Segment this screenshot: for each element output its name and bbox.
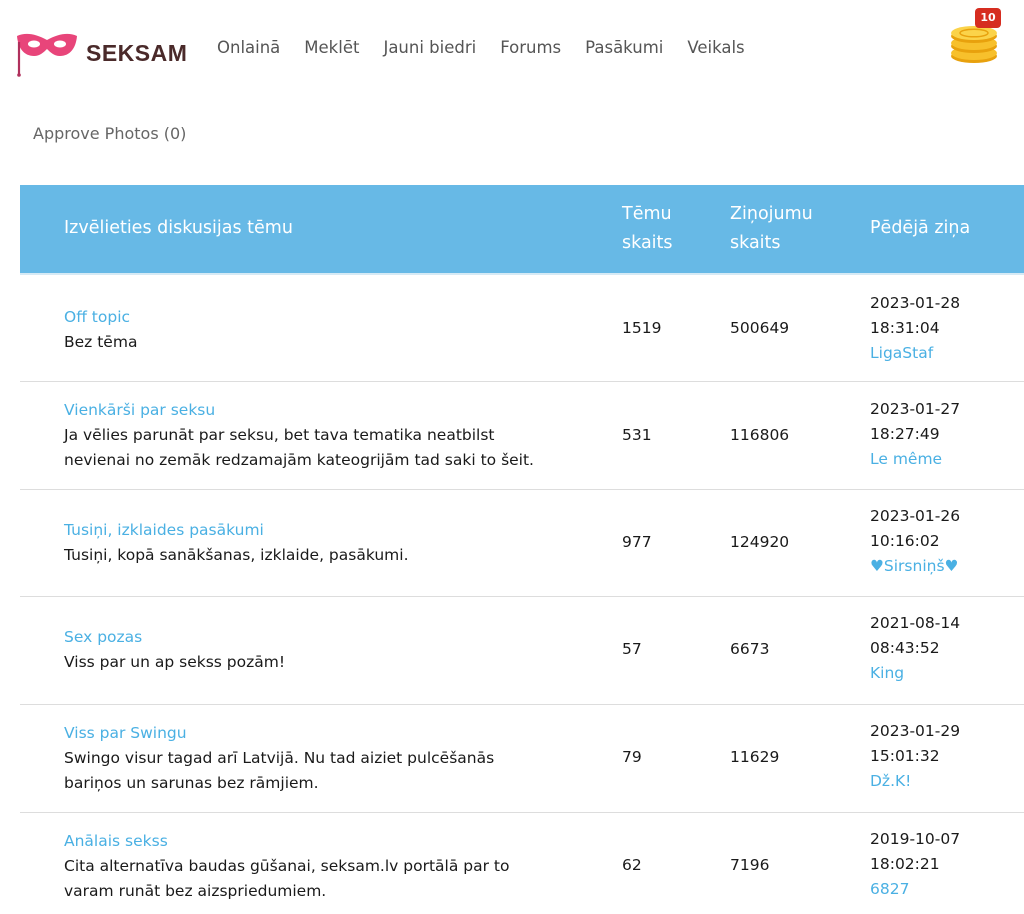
row-last-user-link[interactable]: LigaStaf bbox=[870, 341, 960, 366]
row-last-user-link[interactable]: Le même bbox=[870, 447, 960, 472]
nav-events[interactable]: Pasākumi bbox=[585, 38, 663, 57]
brand-name: SEKSAM bbox=[86, 39, 188, 66]
row-posts-count: 6673 bbox=[730, 640, 770, 658]
header-topics-count: Tēmu skaits bbox=[622, 200, 712, 258]
nav-new-members[interactable]: Jauni biedri bbox=[383, 38, 476, 57]
row-topic: Viss par Swingu Swingo visur tagad arī L… bbox=[64, 721, 494, 796]
row-topic: Sex pozas Viss par un ap sekss pozām! bbox=[64, 625, 285, 675]
header-topics-line2: skaits bbox=[622, 233, 673, 253]
row-last-date: 2023-01-27 bbox=[870, 400, 961, 418]
row-description: Cita alternatīva baudas gūšanai, seksam.… bbox=[64, 857, 510, 875]
row-last-post: 2023-01-26 10:16:02 ♥Sirsniņš♥ bbox=[870, 504, 960, 579]
row-posts-count: 11629 bbox=[730, 748, 780, 766]
row-topics-count: 977 bbox=[622, 533, 652, 551]
row-topics-count: 57 bbox=[622, 640, 642, 658]
row-last-time: 10:16:02 bbox=[870, 532, 940, 550]
row-topic: Vienkārši par seksu Ja vēlies parunāt pa… bbox=[64, 398, 534, 473]
nav-shop[interactable]: Veikals bbox=[687, 38, 744, 57]
site-logo[interactable]: SEKSAM bbox=[14, 28, 187, 78]
approve-photos-link[interactable]: Approve Photos (0) bbox=[33, 124, 186, 143]
row-posts-count: 124920 bbox=[730, 533, 790, 551]
header-topics-line1: Tēmu bbox=[622, 204, 672, 224]
row-last-date: 2021-08-14 bbox=[870, 614, 961, 632]
main-nav: Onlainā Meklēt Jauni biedri Forums Pasāk… bbox=[217, 38, 769, 57]
row-last-user-link[interactable]: ♥Sirsniņš♥ bbox=[870, 554, 960, 579]
row-last-date: 2023-01-29 bbox=[870, 722, 961, 740]
row-description: Tusiņi, kopā sanākšanas, izklaide, pasāk… bbox=[64, 546, 409, 564]
row-description: Swingo visur tagad arī Latvijā. Nu tad a… bbox=[64, 749, 495, 767]
row-last-user-link[interactable]: 6827 bbox=[870, 877, 960, 902]
header-last-post: Pēdējā ziņa bbox=[870, 218, 971, 238]
row-description: Viss par un ap sekss pozām! bbox=[64, 653, 286, 671]
row-last-date: 2019-10-07 bbox=[870, 830, 961, 848]
row-last-post: 2021-08-14 08:43:52 King bbox=[870, 611, 960, 686]
table-row: Tusiņi, izklaides pasākumi Tusiņi, kopā … bbox=[20, 490, 1024, 597]
header-posts-line1: Ziņojumu bbox=[730, 204, 813, 224]
row-topic: Off topic Bez tēma bbox=[64, 305, 137, 355]
nav-search[interactable]: Meklēt bbox=[304, 38, 359, 57]
row-last-user-link[interactable]: King bbox=[870, 661, 960, 686]
row-last-time: 15:01:32 bbox=[870, 747, 940, 765]
row-title-link[interactable]: Tusiņi, izklaides pasākumi bbox=[64, 518, 409, 543]
row-title-link[interactable]: Viss par Swingu bbox=[64, 721, 494, 746]
row-title-link[interactable]: Sex pozas bbox=[64, 625, 285, 650]
nav-online[interactable]: Onlainā bbox=[217, 38, 280, 57]
row-title-link[interactable]: Off topic bbox=[64, 305, 137, 330]
row-last-time: 08:43:52 bbox=[870, 639, 940, 657]
row-last-post: 2023-01-29 15:01:32 Dž.K! bbox=[870, 719, 960, 794]
row-last-post: 2023-01-28 18:31:04 LigaStaf bbox=[870, 291, 960, 366]
nav-forums[interactable]: Forums bbox=[500, 38, 561, 57]
row-last-date: 2023-01-26 bbox=[870, 507, 961, 525]
row-last-user-link[interactable]: Dž.K! bbox=[870, 769, 960, 794]
row-description-line2: varam runāt bez aizspriedumiem. bbox=[64, 882, 327, 900]
header-posts-count: Ziņojumu skaits bbox=[730, 200, 840, 258]
coins-count-badge: 10 bbox=[975, 8, 1001, 28]
table-row: Sex pozas Viss par un ap sekss pozām! 57… bbox=[20, 597, 1024, 705]
row-topics-count: 79 bbox=[622, 748, 642, 766]
forum-table: Izvēlieties diskusijas tēmu Tēmu skaits … bbox=[20, 185, 1024, 913]
row-last-time: 18:27:49 bbox=[870, 425, 940, 443]
row-last-time: 18:02:21 bbox=[870, 855, 940, 873]
row-description-line2: nevienai no zemāk redzamajām kateogrijām… bbox=[64, 451, 534, 469]
row-posts-count: 7196 bbox=[730, 856, 770, 874]
coins-button[interactable]: 10 bbox=[946, 8, 1002, 66]
mask-icon bbox=[17, 33, 77, 77]
row-last-time: 18:31:04 bbox=[870, 319, 940, 337]
row-description: Ja vēlies parunāt par seksu, bet tava te… bbox=[64, 426, 495, 444]
table-row: Vienkārši par seksu Ja vēlies parunāt pa… bbox=[20, 382, 1024, 490]
site-header: SEKSAM Onlainā Meklēt Jauni biedri Forum… bbox=[0, 0, 1024, 100]
row-topic: Anālais sekss Cita alternatīva baudas gū… bbox=[64, 829, 509, 904]
table-row: Viss par Swingu Swingo visur tagad arī L… bbox=[20, 705, 1024, 813]
row-posts-count: 116806 bbox=[730, 426, 790, 444]
table-row: Anālais sekss Cita alternatīva baudas gū… bbox=[20, 813, 1024, 913]
row-last-post: 2019-10-07 18:02:21 6827 bbox=[870, 827, 960, 902]
header-topic: Izvēlieties diskusijas tēmu bbox=[64, 218, 293, 238]
row-topics-count: 1519 bbox=[622, 319, 662, 337]
row-posts-count: 500649 bbox=[730, 319, 790, 337]
header-posts-line2: skaits bbox=[730, 233, 781, 253]
row-title-link[interactable]: Anālais sekss bbox=[64, 829, 509, 854]
row-description-line2: bariņos un sarunas bez rāmjiem. bbox=[64, 774, 319, 792]
table-header: Izvēlieties diskusijas tēmu Tēmu skaits … bbox=[20, 185, 1024, 275]
row-title-link[interactable]: Vienkārši par seksu bbox=[64, 398, 534, 423]
row-topic: Tusiņi, izklaides pasākumi Tusiņi, kopā … bbox=[64, 518, 409, 568]
row-last-post: 2023-01-27 18:27:49 Le même bbox=[870, 397, 960, 472]
row-topics-count: 62 bbox=[622, 856, 642, 874]
row-topics-count: 531 bbox=[622, 426, 652, 444]
row-description: Bez tēma bbox=[64, 333, 138, 351]
row-last-date: 2023-01-28 bbox=[870, 294, 961, 312]
table-row: Off topic Bez tēma 1519 500649 2023-01-2… bbox=[20, 275, 1024, 382]
